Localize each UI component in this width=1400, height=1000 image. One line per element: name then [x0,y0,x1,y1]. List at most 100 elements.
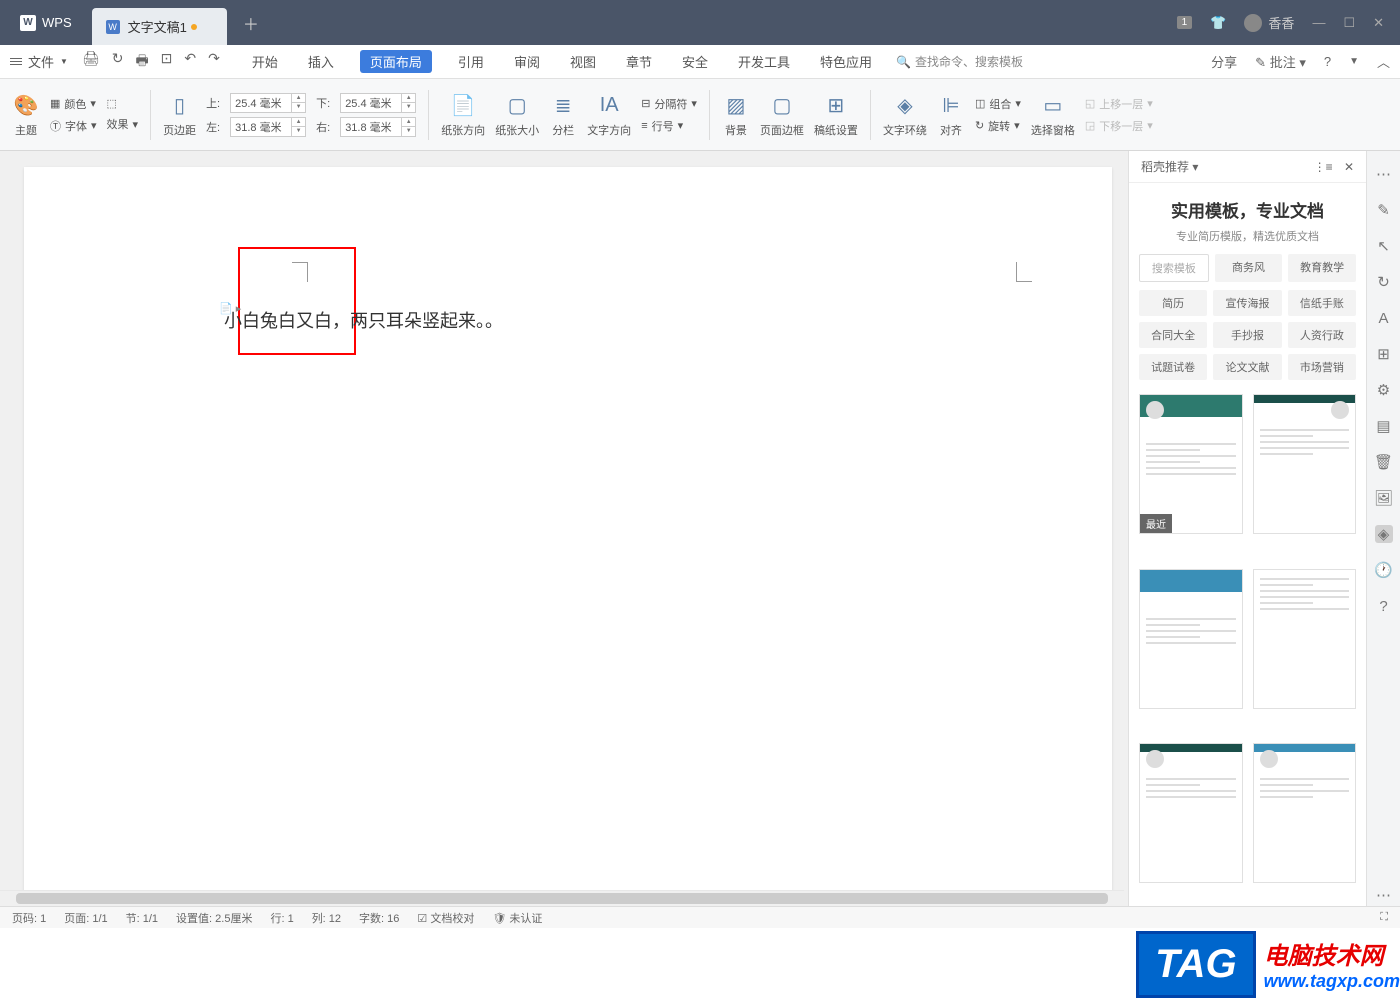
preview-icon[interactable]: ⊡ [161,50,173,74]
scrollbar-thumb[interactable] [16,893,1108,904]
save-icon[interactable]: 🖨 [82,50,100,74]
collapse-ribbon-icon[interactable]: ︿ [1377,52,1390,71]
template-card[interactable] [1253,569,1357,709]
cat-exam[interactable]: 试题试卷 [1139,354,1207,380]
minimize-icon[interactable]: — [1312,15,1325,31]
cat-marketing[interactable]: 市场营销 [1288,354,1356,380]
apparel-icon[interactable]: 👕 [1210,15,1226,31]
tab-dev[interactable]: 开发工具 [734,50,794,73]
print-icon[interactable]: 🖶 [135,50,148,74]
undo-icon[interactable]: ↶ [184,50,196,74]
breaks-button[interactable]: ⊟ 分隔符 ▾ [641,96,697,112]
template-card[interactable] [1253,394,1357,534]
wps-home-tab[interactable]: W WPS [0,0,92,45]
cat-resume[interactable]: 简历 [1139,290,1207,316]
status-col[interactable]: 列: 12 [312,910,341,926]
rt-A-icon[interactable]: A [1375,309,1393,327]
add-tab-button[interactable]: ＋ [227,0,275,45]
page-border-button[interactable]: ▢页面边框 [760,92,804,138]
side-menu-icon[interactable]: ⋮≡ [1314,160,1333,174]
cat-hr[interactable]: 人资行政 [1288,322,1356,348]
rt-settings-icon[interactable]: ⚙ [1375,381,1393,399]
orientation-button[interactable]: 📄纸张方向 [441,92,485,138]
margin-top-input[interactable]: 25.4 毫米▲▼ [230,93,306,113]
columns-button[interactable]: ≣分栏 [549,92,577,138]
size-button[interactable]: ▢纸张大小 [495,92,539,138]
rotate-button[interactable]: ↻ 旋转 ▾ [975,118,1021,134]
text-direction-button[interactable]: IA文字方向 [587,92,631,138]
document-text[interactable]: 小白兔白又白，两只耳朵竖起来。。 [224,307,503,333]
draft-setup-button[interactable]: ⊞稿纸设置 [814,92,858,138]
redo-icon[interactable]: ↷ [208,50,220,74]
page-margin-button[interactable]: ▯ 页边距 [163,92,196,138]
rt-trash-icon[interactable]: 🗑 [1375,453,1393,471]
status-page-code[interactable]: 页码: 1 [12,910,46,926]
status-proof[interactable]: ☑ 文档校对 [417,910,474,926]
dash-box-icon[interactable]: ⬚ [107,97,139,110]
margin-bottom-input[interactable]: 25.4 毫米▲▼ [340,93,416,113]
margin-left-input[interactable]: 31.8 毫米▲▼ [230,117,306,137]
close-icon[interactable]: ✕ [1373,15,1384,31]
tab-review[interactable]: 审阅 [510,50,544,73]
side-header-label[interactable]: 稻壳推荐 ▾ [1141,158,1198,175]
document-tab[interactable]: W 文字文稿1 [92,8,227,45]
side-tab-search[interactable]: 搜索模板 [1139,254,1209,282]
margin-right-input[interactable]: 31.8 毫米▲▼ [340,117,416,137]
template-card[interactable] [1139,743,1243,883]
tab-section[interactable]: 章节 [622,50,656,73]
rt-cursor-icon[interactable]: ↖ [1375,237,1393,255]
rt-clock-icon[interactable]: 🕐 [1375,561,1393,579]
wrap-button[interactable]: ◈文字环绕 [883,92,927,138]
tab-special[interactable]: 特色应用 [816,50,876,73]
color-button[interactable]: ▦ 颜色 ▾ [50,96,97,112]
status-page[interactable]: 页面: 1/1 [64,910,107,926]
help-icon[interactable]: ? [1324,54,1331,69]
cat-contract[interactable]: 合同大全 [1139,322,1207,348]
print-preview-icon[interactable]: ↻ [112,50,124,74]
dropdown-icon[interactable]: ▼ [1349,56,1359,67]
background-button[interactable]: ▨背景 [722,92,750,138]
status-setting[interactable]: 设置值: 2.5厘米 [176,910,252,926]
rt-pencil-icon[interactable]: ✎ [1375,201,1393,219]
side-tab-business[interactable]: 商务风 [1215,254,1283,282]
tab-references[interactable]: 引用 [454,50,488,73]
status-expand-icon[interactable]: ⛶ [1380,911,1388,924]
theme-button[interactable]: 🎨 主题 [12,92,40,138]
rt-help-icon[interactable]: ? [1375,597,1393,615]
tab-page-layout[interactable]: 页面布局 [360,50,432,73]
font-button[interactable]: Ⓣ 字体 ▾ [50,118,97,134]
rt-layers-icon[interactable]: ▤ [1375,417,1393,435]
rt-more-icon[interactable]: ⋯ [1375,886,1393,904]
cat-thesis[interactable]: 论文文献 [1213,354,1281,380]
side-close-icon[interactable]: ✕ [1344,160,1354,174]
status-auth[interactable]: 🛡 未认证 [492,910,542,926]
template-card[interactable] [1253,743,1357,883]
align-button[interactable]: ⊫对齐 [937,92,965,138]
tab-view[interactable]: 视图 [566,50,600,73]
document-canvas[interactable]: 📄 ▸ 小白兔白又白，两只耳朵竖起来。。 [24,167,1112,914]
cat-handcopy[interactable]: 手抄报 [1213,322,1281,348]
tab-security[interactable]: 安全 [678,50,712,73]
status-chars[interactable]: 字数: 16 [359,910,399,926]
cat-letter[interactable]: 信纸手账 [1288,290,1356,316]
side-tab-education[interactable]: 教育教学 [1288,254,1356,282]
annotate-button[interactable]: ✎ 批注 ▾ [1255,52,1306,71]
status-row[interactable]: 行: 1 [270,910,293,926]
cat-poster[interactable]: 宣传海报 [1213,290,1281,316]
file-menu[interactable]: 文件 ▼ [10,52,68,71]
status-section[interactable]: 节: 1/1 [126,910,158,926]
rt-image-icon[interactable]: 🖼 [1375,489,1393,507]
box-1-icon[interactable]: 1 [1177,16,1193,29]
rt-dots-icon[interactable]: ⋯ [1375,165,1393,183]
tab-insert[interactable]: 插入 [304,50,338,73]
rt-diamond-icon[interactable]: ◈ [1375,525,1393,543]
select-pane-button[interactable]: ▭选择窗格 [1031,92,1075,138]
template-card[interactable]: 最近 [1139,394,1243,534]
rt-grid-icon[interactable]: ⊞ [1375,345,1393,363]
template-card[interactable] [1139,569,1243,709]
tab-start[interactable]: 开始 [248,50,282,73]
rt-refresh-icon[interactable]: ↻ [1375,273,1393,291]
share-button[interactable]: 分享 [1211,52,1237,71]
search-commands[interactable]: 🔍 查找命令、搜索模板 [896,53,1023,70]
group-button[interactable]: ◫ 组合 ▾ [975,96,1021,112]
